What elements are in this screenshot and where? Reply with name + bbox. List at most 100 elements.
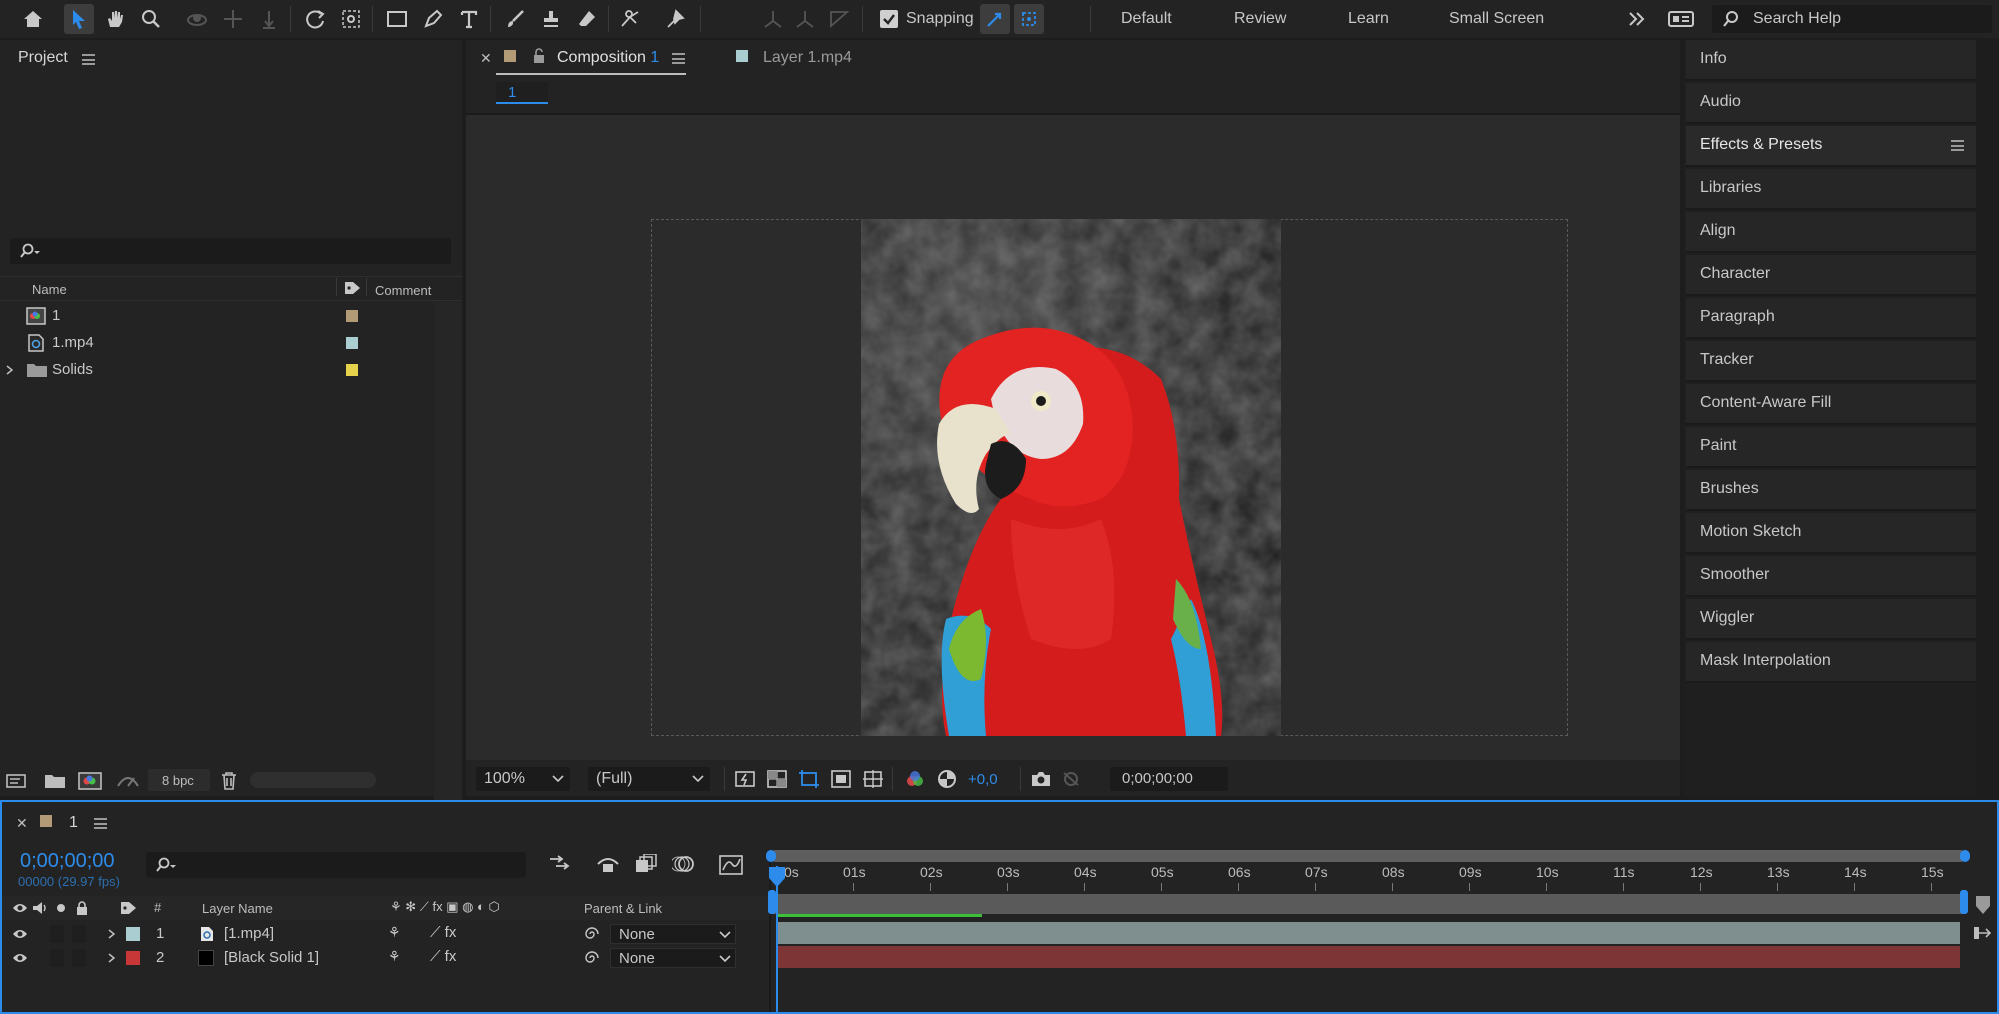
home-icon[interactable] — [18, 4, 48, 34]
playhead-line[interactable] — [776, 866, 778, 1014]
transparency-grid-icon[interactable] — [764, 767, 790, 791]
parent-link-header[interactable]: Parent & Link — [584, 901, 662, 916]
snap-to-edges-icon[interactable] — [980, 4, 1010, 34]
layer-duration-bar[interactable] — [778, 946, 1960, 968]
panel-tab-character[interactable]: Character — [1686, 255, 1976, 296]
label-color-swatch[interactable] — [346, 364, 358, 376]
panel-tab-effects-presets[interactable]: Effects & Presets — [1686, 126, 1976, 167]
solo-header-icon[interactable] — [56, 903, 66, 913]
current-time-display[interactable]: 0;00;00;00 — [20, 850, 115, 873]
close-tab-icon[interactable]: ✕ — [480, 50, 492, 67]
mask-visibility-icon[interactable] — [828, 767, 854, 791]
project-scrollbar[interactable] — [434, 302, 462, 807]
timeline-comp-tab[interactable]: 1 — [69, 814, 78, 832]
pick-whip-icon[interactable] — [584, 950, 600, 966]
parent-dropdown[interactable]: None — [610, 924, 736, 944]
pen-tool-icon[interactable] — [418, 4, 448, 34]
snapping-checkbox[interactable] — [880, 10, 898, 28]
new-composition-icon[interactable] — [78, 772, 102, 790]
solo-switch[interactable] — [50, 925, 64, 943]
audio-switch-header-icon[interactable] — [32, 901, 48, 915]
world-axis-mode-icon[interactable] — [790, 4, 820, 34]
workspace-default[interactable]: Default — [1121, 10, 1172, 28]
selection-tool-icon[interactable] — [64, 4, 94, 34]
parent-dropdown[interactable]: None — [610, 948, 736, 968]
dolly-camera-icon[interactable] — [254, 4, 284, 34]
rectangle-tool-icon[interactable] — [382, 4, 412, 34]
new-folder-icon[interactable] — [44, 772, 66, 790]
roto-brush-tool-icon[interactable] — [616, 4, 646, 34]
panel-tab-wiggler[interactable]: Wiggler — [1686, 599, 1976, 640]
layer-row[interactable]: 1 [1.mp4] ⚘ ⟋ fx None — [2, 922, 769, 946]
column-header-name[interactable]: Name — [32, 282, 67, 297]
layer-switches[interactable]: ⟋ fx — [430, 924, 456, 941]
layer-switches[interactable]: ⚘ — [388, 924, 401, 941]
expand-layer-icon[interactable] — [108, 953, 116, 963]
layer-name-header[interactable]: Layer Name — [202, 901, 273, 916]
snap-to-features-icon[interactable] — [1014, 4, 1044, 34]
layer-label-color[interactable] — [126, 951, 140, 965]
layer-row[interactable]: 2 [Black Solid 1] ⚘ ⟋ fx None — [2, 946, 769, 970]
work-area-end[interactable] — [1960, 890, 1968, 914]
comp-flowchart-icon[interactable] — [548, 854, 572, 874]
rotation-tool-icon[interactable] — [300, 4, 330, 34]
video-switch-header-icon[interactable] — [12, 902, 28, 914]
video-visibility-icon[interactable] — [12, 952, 28, 964]
workspace-small-screen[interactable]: Small Screen — [1449, 10, 1544, 28]
lock-switch[interactable] — [72, 925, 86, 943]
brush-tool-icon[interactable] — [500, 4, 530, 34]
eraser-tool-icon[interactable] — [572, 4, 602, 34]
grid-guides-icon[interactable] — [860, 767, 886, 791]
zoom-tool-icon[interactable] — [136, 4, 166, 34]
time-navigator-end[interactable] — [1960, 850, 1970, 862]
column-header-comment[interactable]: Comment — [375, 283, 431, 298]
show-channel-icon[interactable] — [902, 767, 928, 791]
timeline-search-input[interactable] — [146, 852, 526, 878]
project-item-folder[interactable]: Solids — [0, 357, 440, 383]
layer-name[interactable]: [Black Solid 1] — [224, 949, 319, 966]
panel-tab-content-aware-fill[interactable]: Content-Aware Fill — [1686, 384, 1976, 425]
workspace-review[interactable]: Review — [1234, 10, 1286, 28]
panel-tab-brushes[interactable]: Brushes — [1686, 470, 1976, 511]
comp-breadcrumb[interactable]: 1 — [496, 82, 548, 104]
panel-tab-align[interactable]: Align — [1686, 212, 1976, 253]
resolution-dropdown[interactable]: (Full) — [588, 767, 710, 791]
panel-tab-libraries[interactable]: Libraries — [1686, 169, 1976, 210]
layer-switches[interactable]: ⚘ — [388, 948, 401, 965]
comp-marker-bin-icon[interactable] — [1974, 894, 1992, 916]
lock-header-icon[interactable] — [76, 901, 88, 915]
thumbnail-slider[interactable] — [250, 772, 376, 788]
panel-tab-mask-interpolation[interactable]: Mask Interpolation — [1686, 642, 1976, 683]
panel-tab-info[interactable]: Info — [1686, 40, 1976, 81]
graph-editor-icon[interactable] — [718, 854, 744, 876]
label-color-swatch[interactable] — [346, 310, 358, 322]
exposure-value[interactable]: +0,0 — [968, 771, 998, 788]
local-axis-mode-icon[interactable] — [758, 4, 788, 34]
workspace-panel-icon[interactable] — [1666, 4, 1696, 34]
effects-presets-menu-icon[interactable] — [1951, 140, 1964, 151]
playhead-handle-icon[interactable] — [768, 866, 786, 888]
pan-camera-icon[interactable] — [218, 4, 248, 34]
anchor-point-tool-icon[interactable] — [336, 4, 366, 34]
expand-layer-icon[interactable] — [108, 929, 116, 939]
view-axis-mode-icon[interactable] — [824, 4, 854, 34]
snapshot-camera-icon[interactable] — [1028, 767, 1054, 791]
timeline-menu-icon[interactable] — [94, 818, 107, 829]
orbit-camera-icon[interactable] — [182, 4, 212, 34]
search-help-field[interactable]: Search Help — [1712, 5, 1992, 33]
panel-tab-motion-sketch[interactable]: Motion Sketch — [1686, 513, 1976, 554]
interpret-footage-icon[interactable] — [6, 772, 30, 790]
viewer-canvas[interactable] — [466, 115, 1680, 760]
layer-duration-bar[interactable] — [778, 922, 1960, 944]
lock-icon[interactable] — [532, 48, 546, 64]
layer-name[interactable]: [1.mp4] — [224, 925, 274, 942]
shy-layers-icon[interactable] — [596, 854, 620, 874]
viewer-timecode[interactable]: 0;00;00;00 — [1110, 767, 1228, 791]
label-column-icon[interactable] — [344, 280, 362, 296]
fast-previews-icon[interactable] — [732, 767, 758, 791]
panel-tab-paint[interactable]: Paint — [1686, 427, 1976, 468]
reset-exposure-icon[interactable] — [934, 767, 960, 791]
project-item-footage[interactable]: 1.mp4 — [0, 330, 440, 356]
project-settings-icon[interactable] — [116, 772, 142, 790]
time-navigator-bar[interactable] — [770, 850, 1966, 862]
